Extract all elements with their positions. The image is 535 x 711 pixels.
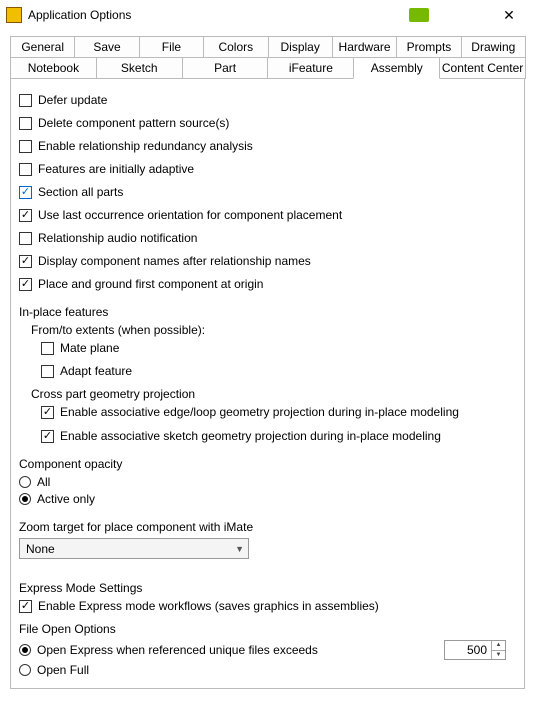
label-opacity-active: Active only [37, 492, 95, 506]
checkbox-audio-notif[interactable] [19, 232, 32, 245]
tab-notebook[interactable]: Notebook [10, 57, 97, 79]
label-section-all: Section all parts [38, 185, 123, 199]
section-opacity: Component opacity [19, 457, 516, 471]
label-delete-pattern: Delete component pattern source(s) [38, 116, 229, 130]
label-place-ground: Place and ground first component at orig… [38, 277, 263, 291]
section-inplace: In-place features [19, 305, 516, 319]
tab-drawing[interactable]: Drawing [461, 36, 526, 57]
checkbox-enable-redundancy[interactable] [19, 140, 32, 153]
label-fromto: From/to extents (when possible): [31, 323, 516, 337]
label-display-names: Display component names after relationsh… [38, 254, 311, 268]
label-mate-plane: Mate plane [60, 341, 119, 355]
section-zoom: Zoom target for place component with iMa… [19, 520, 516, 534]
input-express-threshold[interactable]: 500 ▲▼ [444, 640, 506, 660]
label-defer-update: Defer update [38, 93, 107, 107]
tab-content-center[interactable]: Content Center [439, 57, 526, 79]
checkbox-section-all[interactable] [19, 186, 32, 199]
value-express-threshold: 500 [445, 641, 491, 659]
label-cross-part: Cross part geometry projection [31, 387, 516, 401]
checkbox-defer-update[interactable] [19, 94, 32, 107]
app-icon [6, 7, 22, 23]
checkbox-enable-express[interactable] [19, 600, 32, 613]
tab-assembly[interactable]: Assembly [353, 57, 440, 79]
label-sketch-geo: Enable associative sketch geometry proje… [60, 429, 441, 443]
tab-part[interactable]: Part [182, 57, 269, 79]
label-audio-notif: Relationship audio notification [38, 231, 197, 245]
checkbox-place-ground[interactable] [19, 278, 32, 291]
label-features-adaptive: Features are initially adaptive [38, 162, 194, 176]
assembly-panel: Defer update Delete component pattern so… [10, 78, 525, 689]
title-bar: Application Options ✕ [0, 0, 535, 30]
tab-save[interactable]: Save [74, 36, 139, 57]
checkbox-sketch-geo[interactable] [41, 430, 54, 443]
tab-strip: General Save File Colors Display Hardwar… [10, 36, 525, 79]
select-zoom-target[interactable]: None ▼ [19, 538, 249, 559]
tab-prompts[interactable]: Prompts [396, 36, 461, 57]
tab-display[interactable]: Display [268, 36, 333, 57]
tab-general[interactable]: General [10, 36, 75, 57]
spinner-icon[interactable]: ▲▼ [491, 641, 505, 659]
checkbox-edge-loop[interactable] [41, 406, 54, 419]
label-open-express: Open Express when referenced unique file… [37, 643, 318, 657]
radio-open-express[interactable] [19, 644, 31, 656]
label-open-full: Open Full [37, 663, 89, 677]
nvidia-icon [409, 8, 429, 22]
section-express: Express Mode Settings [19, 581, 516, 595]
tab-file[interactable]: File [139, 36, 204, 57]
radio-opacity-active[interactable] [19, 493, 31, 505]
label-edge-loop: Enable associative edge/loop geometry pr… [60, 405, 459, 419]
radio-open-full[interactable] [19, 664, 31, 676]
tab-colors[interactable]: Colors [203, 36, 268, 57]
window-title: Application Options [28, 8, 131, 22]
close-button[interactable]: ✕ [489, 1, 529, 29]
label-enable-express: Enable Express mode workflows (saves gra… [38, 599, 379, 613]
radio-opacity-all[interactable] [19, 476, 31, 488]
label-enable-redundancy: Enable relationship redundancy analysis [38, 139, 253, 153]
label-opacity-all: All [37, 475, 50, 489]
checkbox-display-names[interactable] [19, 255, 32, 268]
checkbox-use-last-occ[interactable] [19, 209, 32, 222]
checkbox-adapt-feature[interactable] [41, 365, 54, 378]
checkbox-delete-pattern[interactable] [19, 117, 32, 130]
tab-sketch[interactable]: Sketch [96, 57, 183, 79]
checkbox-mate-plane[interactable] [41, 342, 54, 355]
label-file-open: File Open Options [19, 622, 516, 636]
select-zoom-value: None [26, 542, 55, 556]
label-adapt-feature: Adapt feature [60, 364, 132, 378]
tab-ifeature[interactable]: iFeature [267, 57, 354, 79]
chevron-down-icon: ▼ [235, 544, 244, 554]
checkbox-features-adaptive[interactable] [19, 163, 32, 176]
label-use-last-occ: Use last occurrence orientation for comp… [38, 208, 342, 222]
tab-hardware[interactable]: Hardware [332, 36, 397, 57]
